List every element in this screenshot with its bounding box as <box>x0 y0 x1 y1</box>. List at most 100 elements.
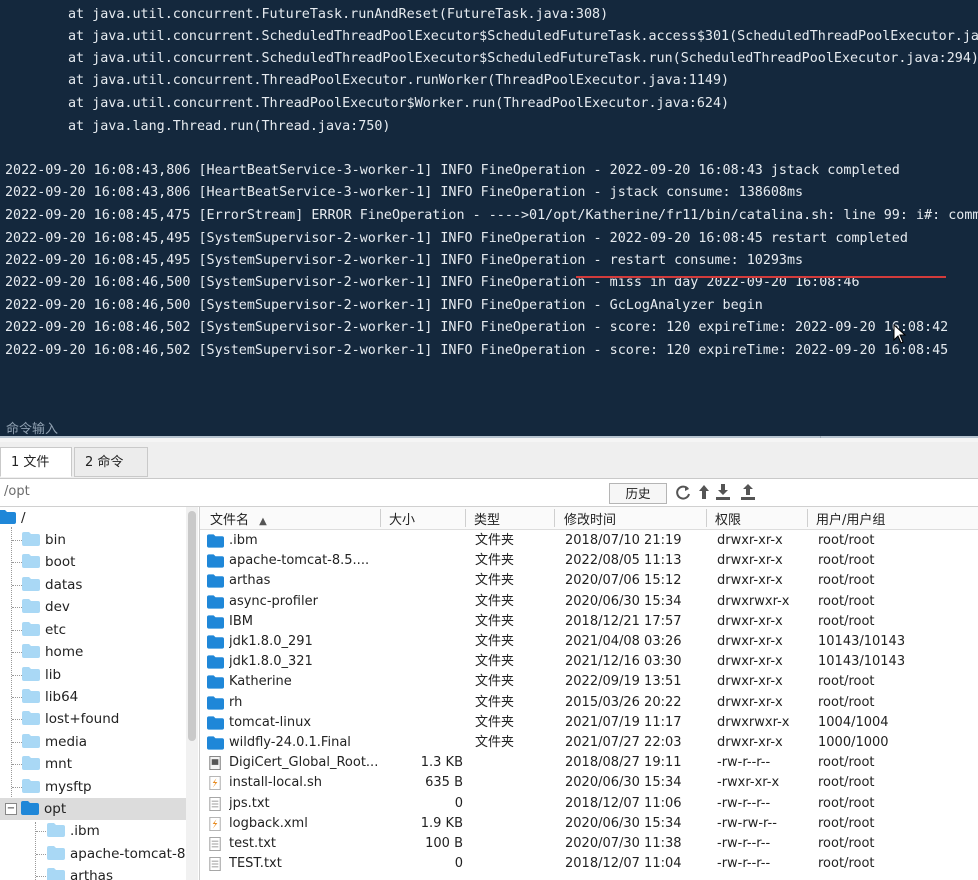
tree-item-arthas[interactable]: arthas <box>47 865 113 880</box>
file-size: 0 <box>454 856 463 872</box>
history-button[interactable]: 历史 <box>609 483 667 504</box>
stack-trace-line: at java.lang.Thread.run(Thread.java:750) <box>68 119 391 134</box>
folder-icon <box>207 655 224 669</box>
tree-item-lib[interactable]: lib <box>22 664 61 686</box>
file-modified-time: 2018/12/07 11:06 <box>565 795 682 811</box>
tree-scrollbar[interactable] <box>186 507 198 880</box>
file-row[interactable]: DigiCert_Global_Root... 1.3 KB 2018/08/27 … <box>200 753 978 773</box>
file-row[interactable]: Katherine 文件夹 2022/09/19 13:51 drwxr-xr-x ro… <box>200 672 978 692</box>
scrollbar-thumb[interactable] <box>188 511 196 741</box>
directory-tree[interactable]: / bin boot datas dev etc home lib lib64 … <box>0 507 200 880</box>
column-header-size[interactable]: 大小 <box>389 509 415 528</box>
tree-item-root[interactable]: / <box>0 507 26 529</box>
tab-commands[interactable]: 2 命令 <box>74 447 148 477</box>
file-permission: drwxr-xr-x <box>717 735 783 750</box>
file-name: rh <box>229 694 243 710</box>
tree-item-mnt[interactable]: mnt <box>22 753 72 775</box>
column-header-permission[interactable]: 权限 <box>715 509 741 528</box>
file-row[interactable]: apache-tomcat-8.5.... 文件夹 2022/08/05 11:13… <box>200 551 978 571</box>
up-arrow-icon[interactable] <box>695 482 713 502</box>
file-owner: 10143/10143 <box>818 654 906 670</box>
file-modified-time: 2021/07/19 11:17 <box>565 714 682 730</box>
folder-icon <box>207 594 224 609</box>
log-line: 2022-09-20 16:08:46,502 [SystemSuperviso… <box>5 343 949 358</box>
tree-item-label: dev <box>45 599 70 615</box>
path-input[interactable]: /opt <box>4 484 30 499</box>
file-modified-time: 2022/08/05 11:13 <box>565 553 682 569</box>
file-row[interactable]: jdk1.8.0_291 文件夹 2021/04/08 03:26 drwxr-xr-… <box>200 632 978 652</box>
file-modified-time: 2018/07/10 21:19 <box>565 533 682 548</box>
file-modified-time: 2018/08/27 19:11 <box>565 755 682 771</box>
terminal-output[interactable]: at java.util.concurrent.FutureTask.runAn… <box>0 0 978 438</box>
file-row[interactable]: arthas 文件夹 2020/07/06 15:12 drwxr-xr-x root/… <box>200 571 978 591</box>
collapse-toggle[interactable]: − <box>5 803 17 815</box>
tree-item-datas[interactable]: datas <box>22 574 82 596</box>
tree-item-mysftp[interactable]: mysftp <box>22 776 92 798</box>
panel-tab-bar: 1 文件 2 命令 <box>0 442 978 479</box>
text-file-icon <box>209 796 221 811</box>
tab-files[interactable]: 1 文件 <box>0 447 72 477</box>
file-owner: 1004/1004 <box>818 714 889 730</box>
file-name: TEST.txt <box>229 856 282 872</box>
file-row[interactable]: async-profiler 文件夹 2020/06/30 15:34 drwxrwx… <box>200 592 978 612</box>
folder-icon <box>22 622 40 636</box>
log-line: 2022-09-20 16:08:43,806 [HeartBeatServic… <box>5 163 900 178</box>
upload-icon[interactable] <box>739 482 757 502</box>
file-name: test.txt <box>229 836 276 851</box>
file-permission: -rw-r--r-- <box>717 755 771 771</box>
tree-item-opt[interactable]: − opt <box>0 798 186 820</box>
file-row[interactable]: install-local.sh 635 B 2020/06/30 15:34 -rw… <box>200 773 978 793</box>
tree-item-label: bin <box>45 532 66 548</box>
folder-icon <box>22 689 40 703</box>
file-modified-time: 2020/06/30 15:34 <box>565 593 682 609</box>
file-row[interactable]: jdk1.8.0_321 文件夹 2021/12/16 03:30 drwxr-xr-… <box>200 652 978 672</box>
command-input-label[interactable]: 命令输入 <box>6 418 58 437</box>
tree-item-dev[interactable]: dev <box>22 596 70 618</box>
certificate-file-icon <box>209 756 221 771</box>
column-header-name[interactable]: 文件名 ▲ <box>210 509 267 528</box>
tree-item-label: mnt <box>45 756 72 772</box>
download-icon[interactable] <box>714 482 732 502</box>
resize-handle[interactable] <box>820 436 881 438</box>
file-row[interactable]: wildfly-24.0.1.Final 文件夹 2021/07/27 22:03 d… <box>200 733 978 753</box>
tree-item-apache-tomcat[interactable]: apache-tomcat-8 <box>47 843 185 865</box>
tree-item-bin[interactable]: bin <box>22 529 66 551</box>
tree-item-ibm[interactable]: .ibm <box>47 820 100 842</box>
tree-item-label: arthas <box>70 868 113 880</box>
file-row[interactable]: .ibm 文件夹 2018/07/10 21:19 drwxr-xr-x root/ro… <box>200 531 978 551</box>
tree-item-lost-found[interactable]: lost+found <box>22 708 119 730</box>
folder-icon <box>207 675 224 690</box>
file-type: 文件夹 <box>475 553 515 569</box>
column-header-mtime[interactable]: 修改时间 <box>564 509 616 528</box>
file-owner: root/root <box>818 775 875 791</box>
tree-item-lib64[interactable]: lib64 <box>22 686 78 708</box>
tree-item-etc[interactable]: etc <box>22 619 66 641</box>
file-row[interactable]: tomcat-linux 文件夹 2021/07/19 11:17 drwxrwxr-… <box>200 713 978 733</box>
file-owner: root/root <box>818 856 875 872</box>
file-row[interactable]: jps.txt 0 2018/12/07 11:06 -rw-r--r-- root/r… <box>200 794 978 814</box>
column-header-owner[interactable]: 用户/用户组 <box>816 509 885 528</box>
file-row[interactable]: logback.xml 1.9 KB 2020/06/30 15:34 -rw-rw-… <box>200 814 978 834</box>
file-modified-time: 2021/04/08 03:26 <box>565 634 682 649</box>
tree-item-media[interactable]: media <box>22 731 87 753</box>
text-file-icon <box>209 857 221 872</box>
file-list[interactable]: 文件名 ▲ 大小 类型 修改时间 权限 用户/用户组 .ibm 文件夹 2018/0… <box>200 507 978 880</box>
file-modified-time: 2020/06/30 15:34 <box>565 775 682 791</box>
stack-trace-line: at java.util.concurrent.ScheduledThreadP… <box>68 29 978 44</box>
stack-trace-line: at java.util.concurrent.ScheduledThreadP… <box>68 51 978 66</box>
file-row[interactable]: IBM 文件夹 2018/12/21 17:57 drwxr-xr-x root/roo… <box>200 612 978 632</box>
file-row[interactable]: test.txt 100 B 2020/07/30 11:38 -rw-r--r-- r… <box>200 834 978 854</box>
file-name: IBM <box>229 613 253 629</box>
tree-item-boot[interactable]: boot <box>22 551 75 573</box>
file-row[interactable]: TEST.txt 0 2018/12/07 11:04 -rw-r--r-- root/… <box>200 854 978 874</box>
tree-item-label: .ibm <box>70 823 100 839</box>
file-row[interactable]: rh 文件夹 2015/03/26 20:22 drwxr-xr-x root/root <box>200 693 978 713</box>
column-header-type[interactable]: 类型 <box>474 509 500 528</box>
file-modified-time: 2015/03/26 20:22 <box>565 694 682 710</box>
log-line: 2022-09-20 16:08:43,806 [HeartBeatServic… <box>5 185 804 200</box>
tree-item-label: apache-tomcat-8 <box>70 846 186 862</box>
file-permission: drwxrwxr-x <box>717 714 790 730</box>
refresh-icon[interactable] <box>674 482 692 502</box>
tree-item-home[interactable]: home <box>22 641 83 663</box>
file-size: 1.9 KB <box>420 815 463 831</box>
